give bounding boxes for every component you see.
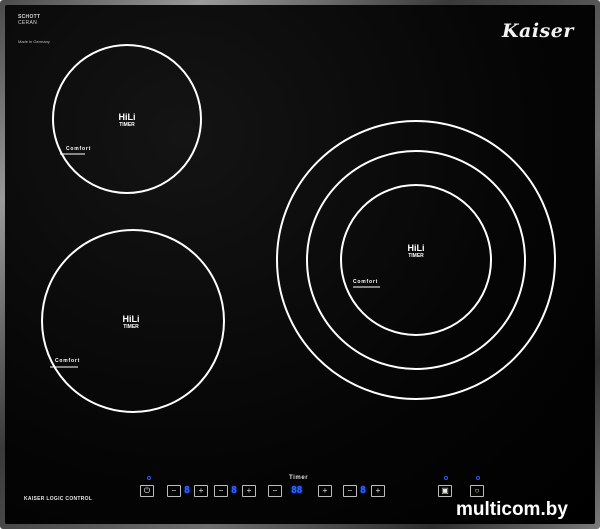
cooking-zone-rings (41, 44, 556, 413)
zone-1-minus-key[interactable]: − (167, 485, 181, 497)
zone-1-power-display: 8 (184, 485, 190, 496)
zone-2-minus-key[interactable]: − (214, 485, 228, 497)
power-key[interactable]: ⏻ (140, 485, 154, 497)
zone-3-outer-ring (276, 120, 556, 400)
zone-3-hili: HiLi (407, 243, 425, 253)
zone-2-power-display: 8 (231, 485, 237, 496)
timer-plus-key[interactable]: + (318, 485, 332, 497)
plus-icon: + (198, 486, 204, 495)
control-strip-label: KAISER LOGIC CONTROL (24, 496, 93, 502)
zone-3-label: HiLi TIMER (396, 243, 436, 259)
minus-icon: − (347, 486, 353, 495)
zone-2-timer: TIMER (123, 324, 139, 330)
zone-3-comfort-label: Comfort (353, 279, 379, 285)
lock-indicator-led (444, 476, 448, 480)
timer-minus-key[interactable]: − (268, 485, 282, 497)
watermark: multicom.by (456, 499, 568, 520)
zone-extend-key[interactable]: ○ (470, 485, 484, 497)
timer-label: Timer (289, 475, 309, 481)
minus-icon: − (218, 486, 224, 495)
zone-3-middle-ring (306, 150, 526, 370)
zone-1-label: HiLi TIMER (107, 112, 147, 128)
zone-3-inner-ring (340, 184, 492, 336)
zone-2-plus-key[interactable]: + (242, 485, 256, 497)
kaiser-brand-logo: Kaiser (502, 20, 574, 42)
zone-1-comfort-label: Comfort (66, 146, 92, 152)
zone-1-hili: HiLi (118, 112, 136, 122)
minus-icon: − (171, 486, 177, 495)
zone-2-hili: HiLi (122, 314, 140, 324)
minus-icon: − (272, 486, 278, 495)
zone-2-comfort-label: Comfort (55, 358, 81, 364)
power-indicator-led (147, 476, 151, 480)
power-icon: ⏻ (143, 486, 151, 495)
zone-3-plus-key[interactable]: + (371, 485, 385, 497)
zone-2-label: HiLi TIMER (111, 314, 151, 330)
schott-ceran-logo: SCHOTT CERAN (18, 14, 41, 26)
extend-zone-icon: ○ (474, 486, 480, 495)
plus-icon: + (246, 486, 252, 495)
plus-icon: + (322, 486, 328, 495)
timer-display: 88 (291, 485, 303, 496)
extend-indicator-led (476, 476, 480, 480)
child-lock-key[interactable]: ▣ (438, 485, 452, 497)
zone-3-minus-key[interactable]: − (343, 485, 357, 497)
lock-icon: ▣ (441, 486, 449, 495)
plus-icon: + (375, 486, 381, 495)
zone-1-timer: TIMER (119, 122, 135, 128)
made-in-germany-text: Made in Germany (18, 39, 50, 44)
zone-3-power-display: 8 (360, 485, 366, 496)
zone-3-timer: TIMER (408, 253, 424, 259)
zone-1-plus-key[interactable]: + (194, 485, 208, 497)
